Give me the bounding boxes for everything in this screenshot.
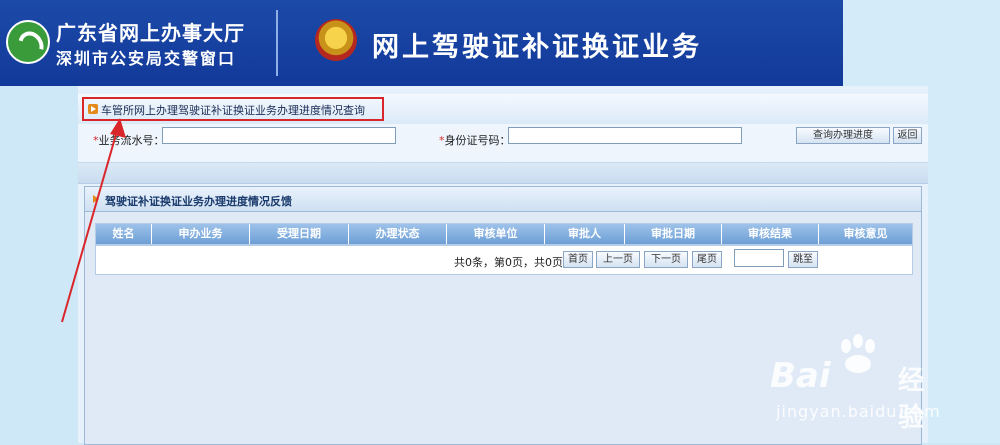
serial-label: *业务流水号： <box>93 134 165 147</box>
police-emblem-icon <box>315 19 357 61</box>
results-title: 驾驶证补证换证业务办理进度情况反馈 <box>105 195 292 208</box>
col-review-unit: 审核单位 <box>447 224 545 244</box>
first-page-button[interactable]: 首页 <box>563 251 593 268</box>
col-accept-date: 受理日期 <box>250 224 349 244</box>
breadcrumb: 车管所网上办理驾驶证补证换证业务办理进度情况查询 <box>78 94 928 125</box>
col-review-comment: 审核意见 <box>819 224 912 244</box>
panel-arrow-icon <box>93 195 99 203</box>
col-service: 申办业务 <box>152 224 250 244</box>
search-form: *业务流水号： *身份证号码： 查询办理进度 返回 <box>78 124 928 163</box>
highlight-box <box>82 97 384 121</box>
jump-button[interactable]: 跳至 <box>788 251 818 268</box>
col-approver: 审批人 <box>545 224 625 244</box>
next-page-button[interactable]: 下一页 <box>644 251 688 268</box>
watermark-brand: Bai <box>770 356 831 396</box>
col-review-result: 审核结果 <box>722 224 819 244</box>
id-label: *身份证号码： <box>439 134 511 147</box>
banner-divider <box>276 10 278 76</box>
site-banner: 广东省网上办事大厅 深圳市公安局交警窗口 网上驾驶证补证换证业务 <box>0 0 843 86</box>
watermark-url: jingyan.baidu.com <box>776 402 941 421</box>
col-status: 办理状态 <box>349 224 447 244</box>
pagination: 共0条，第0页，共0页 首页 上一页 下一页 尾页 跳至 <box>95 245 913 275</box>
col-approve-date: 审批日期 <box>625 224 722 244</box>
service-title: 网上驾驶证补证换证业务 <box>372 32 702 63</box>
paw-icon <box>841 334 875 373</box>
serial-number-input[interactable] <box>162 127 396 144</box>
back-button[interactable]: 返回 <box>893 127 922 144</box>
results-table-header: 姓名 申办业务 受理日期 办理状态 审核单位 审批人 审批日期 审核结果 审核意… <box>95 223 913 245</box>
portal-logo-icon <box>6 20 50 64</box>
id-number-input[interactable] <box>508 127 742 144</box>
last-page-button[interactable]: 尾页 <box>692 251 722 268</box>
prev-page-button[interactable]: 上一页 <box>596 251 640 268</box>
page-number-input[interactable] <box>734 249 784 267</box>
col-name: 姓名 <box>96 224 152 244</box>
query-progress-button[interactable]: 查询办理进度 <box>796 127 890 144</box>
toolbar-strip <box>78 163 928 184</box>
portal-subname: 深圳市公安局交警窗口 <box>56 49 237 68</box>
results-header: 驾驶证补证换证业务办理进度情况反馈 <box>85 187 921 212</box>
pagination-info: 共0条，第0页，共0页 <box>454 256 563 269</box>
portal-name: 广东省网上办事大厅 <box>56 21 245 45</box>
watermark-suffix: 经验 <box>898 366 925 433</box>
